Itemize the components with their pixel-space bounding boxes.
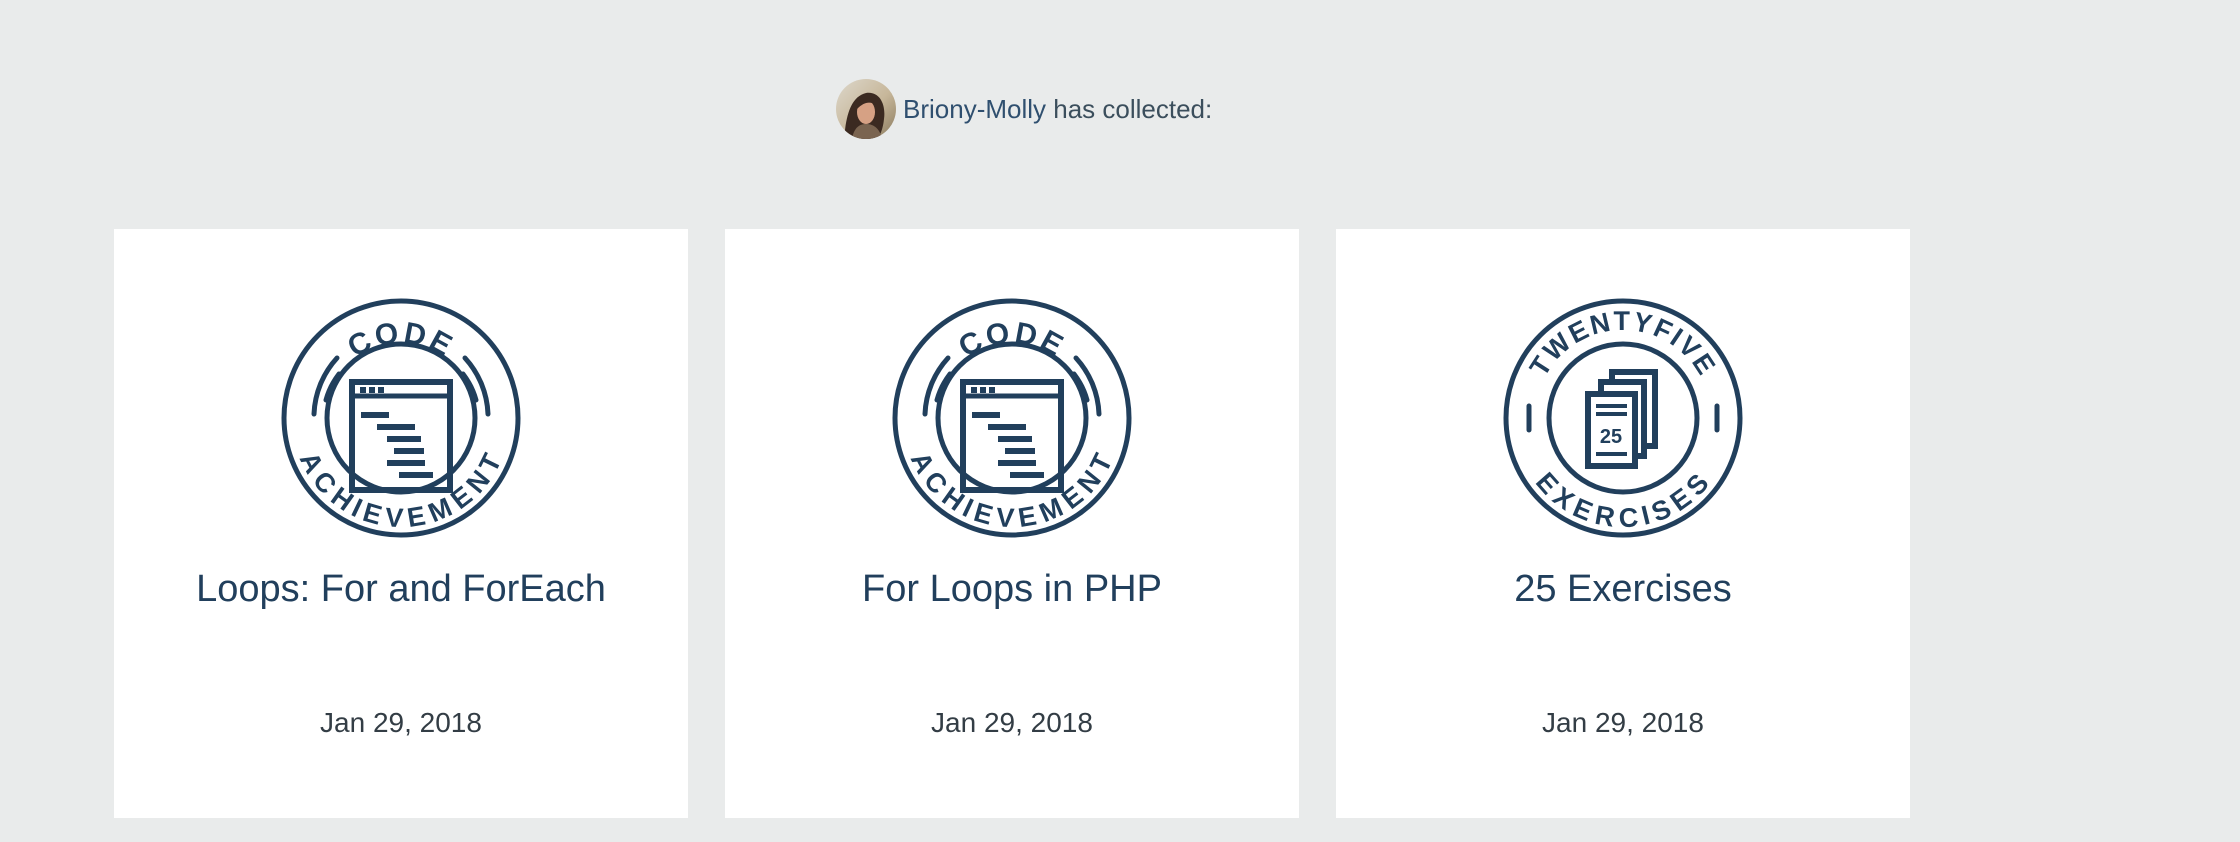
achievement-date: Jan 29, 2018	[320, 707, 482, 738]
achievement-card[interactable]: CODE ACHIEVEMENT Loops: For and ForEach …	[114, 229, 688, 818]
svg-text:CODE: CODE	[342, 316, 460, 364]
achievement-card[interactable]: CODE ACHIEVEMENT For Loops in PHP Jan 29…	[725, 229, 1299, 818]
achievement-title: For Loops in PHP	[862, 568, 1162, 610]
avatar-image	[836, 79, 896, 139]
user-name-link[interactable]: Briony-Molly	[903, 94, 1046, 124]
document-stack-icon: TWENTYFIVE EXERCISES 25	[1503, 298, 1743, 538]
user-avatar[interactable]	[836, 79, 896, 139]
code-window-icon: CODE ACHIEVEMENT	[281, 298, 521, 538]
code-achievement-badge: CODE ACHIEVEMENT	[892, 298, 1132, 538]
exercises-badge: TWENTYFIVE EXERCISES 25	[1503, 298, 1743, 538]
badge-bottom-text: EXERCISES	[1530, 467, 1714, 534]
achievement-date: Jan 29, 2018	[931, 707, 1093, 738]
code-window-icon: CODE ACHIEVEMENT	[892, 298, 1132, 538]
achievement-card[interactable]: TWENTYFIVE EXERCISES 25 25 Exercises Jan…	[1336, 229, 1910, 818]
code-achievement-badge: CODE ACHIEVEMENT	[281, 298, 521, 538]
achievement-title: Loops: For and ForEach	[196, 568, 606, 610]
collected-label: has collected:	[1046, 94, 1213, 124]
badge-number: 25	[1600, 426, 1622, 448]
achievement-date: Jan 29, 2018	[1542, 707, 1704, 738]
badge-top-text: CODE	[953, 316, 1068, 364]
badge-top-text: CODE	[342, 316, 457, 364]
achievement-title: 25 Exercises	[1514, 568, 1732, 610]
collection-header: Briony-Molly has collected:	[836, 78, 1212, 140]
svg-text:CODE: CODE	[953, 316, 1071, 364]
achievement-grid: CODE ACHIEVEMENT Loops: For and ForEach …	[114, 229, 1910, 818]
svg-text:EXERCISES: EXERCISES	[1530, 467, 1716, 534]
